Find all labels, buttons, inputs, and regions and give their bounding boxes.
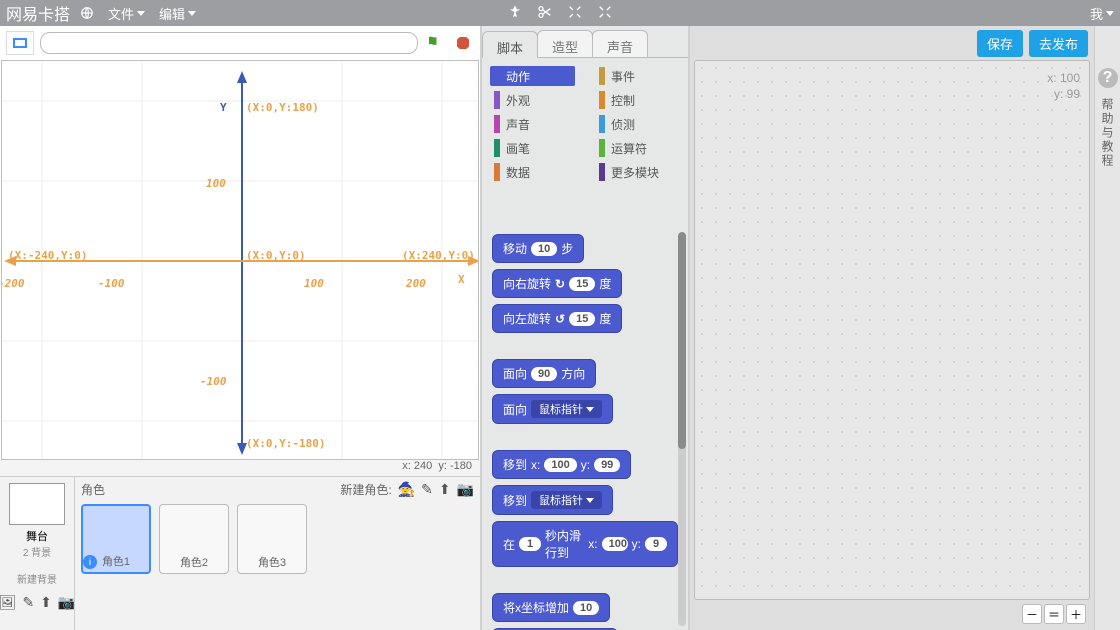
mouse-coordinates: x: 240 y: -180 xyxy=(0,460,480,476)
menu-edit[interactable]: 编辑 xyxy=(159,4,196,23)
stage-label: 舞台 xyxy=(2,528,72,544)
stage-thumbnail[interactable] xyxy=(9,483,65,525)
new-sprite-library-icon[interactable]: 🧙 xyxy=(398,481,415,498)
help-rail: ? 帮助与教程 xyxy=(1094,26,1120,630)
block-glide[interactable]: 在1秒内滑行到x:100y:9 xyxy=(492,521,678,567)
tab-scripts[interactable]: 脚本 xyxy=(482,31,538,58)
project-title-input[interactable] xyxy=(40,32,418,54)
svg-text:100: 100 xyxy=(206,177,226,190)
block-turn-right[interactable]: 向右旋转↻15度 xyxy=(492,269,622,298)
new-bg-library-icon[interactable]: 🖼 xyxy=(0,594,16,611)
cat-more[interactable]: 更多模块 xyxy=(595,162,680,182)
svg-text:-200: -200 xyxy=(2,277,25,290)
toolbar-center xyxy=(507,4,613,23)
block-categories: 动作 事件 外观 控制 声音 侦测 画笔 运算符 数据 更多模块 xyxy=(482,58,688,188)
svg-text:(X:0,Y:180): (X:0,Y:180) xyxy=(246,101,319,114)
blocks-column: 脚本 造型 声音 动作 事件 外观 控制 声音 侦测 画笔 运算符 数据 更多模… xyxy=(482,26,690,630)
stage-thumb-column: 舞台 2 背景 新建背景 🖼 ✎ ⬆ 📷 xyxy=(0,477,75,630)
svg-text:100: 100 xyxy=(304,277,324,290)
scripts-column: 保存 去发布 x: 100 y: 99 － ＝ ＋ xyxy=(690,26,1094,630)
block-palette: 移动10步 向右旋转↻15度 向左旋转↺15度 面向90方向 面向鼠标指针 移到… xyxy=(482,228,688,630)
svg-text:(X:-240,Y:0): (X:-240,Y:0) xyxy=(8,249,87,262)
svg-text:(X:0,Y:0): (X:0,Y:0) xyxy=(246,249,306,262)
new-backdrop-label: 新建背景 xyxy=(2,571,72,586)
stamp-icon[interactable] xyxy=(507,4,523,23)
block-turn-left[interactable]: 向左旋转↺15度 xyxy=(492,304,622,333)
cat-pen[interactable]: 画笔 xyxy=(490,138,575,158)
scissors-icon[interactable] xyxy=(537,4,553,23)
zoom-reset-button[interactable]: ＝ xyxy=(1044,604,1064,624)
stage-backdrop-count: 2 背景 xyxy=(2,544,72,559)
editor-tabs: 脚本 造型 声音 xyxy=(482,26,688,58)
new-sprite-camera-icon[interactable]: 📷 xyxy=(457,481,474,498)
cat-sound[interactable]: 声音 xyxy=(490,114,575,134)
sprites-label: 角色 xyxy=(81,481,105,498)
block-point-direction[interactable]: 面向90方向 xyxy=(492,359,596,388)
new-bg-paint-icon[interactable]: ✎ xyxy=(22,594,34,611)
svg-text:(X:0,Y:-180): (X:0,Y:-180) xyxy=(246,437,325,450)
new-sprite-paint-icon[interactable]: ✎ xyxy=(421,481,433,498)
cat-operators[interactable]: 运算符 xyxy=(595,138,680,158)
cat-sensing[interactable]: 侦测 xyxy=(595,114,680,134)
help-button[interactable]: ? xyxy=(1098,68,1118,88)
grow-icon[interactable] xyxy=(567,4,583,23)
cat-looks[interactable]: 外观 xyxy=(490,90,575,110)
publish-button[interactable]: 去发布 xyxy=(1029,30,1088,57)
shrink-icon[interactable] xyxy=(597,4,613,23)
app-logo: 网易卡搭 xyxy=(6,1,70,25)
palette-scrollbar[interactable] xyxy=(678,232,686,626)
svg-text:X: X xyxy=(458,273,465,286)
stop-button[interactable] xyxy=(452,32,474,54)
svg-text:Y: Y xyxy=(220,101,227,114)
zoom-out-button[interactable]: － xyxy=(1022,604,1042,624)
left-column: v461.1 Y (X:0,Y:180) (X:0,Y:-180) (X:0,Y xyxy=(0,26,482,630)
svg-text:-100: -100 xyxy=(98,277,125,290)
tab-costumes[interactable]: 造型 xyxy=(537,30,593,57)
block-goto-xy[interactable]: 移到x:100y:99 xyxy=(492,450,631,479)
help-label: 帮助与教程 xyxy=(1099,98,1116,168)
menu-file[interactable]: 文件 xyxy=(108,4,145,23)
new-bg-camera-icon[interactable]: 📷 xyxy=(58,594,75,611)
top-menu-bar: 网易卡搭 文件 编辑 我 xyxy=(0,0,1120,26)
svg-text:-100: -100 xyxy=(200,375,227,388)
svg-text:(X:240,Y:0): (X:240,Y:0) xyxy=(402,249,475,262)
stage-coordinate-view[interactable]: Y (X:0,Y:180) (X:0,Y:-180) (X:0,Y:0) (X:… xyxy=(1,60,479,460)
svg-text:200: 200 xyxy=(405,277,426,290)
cat-data[interactable]: 数据 xyxy=(490,162,575,182)
block-move[interactable]: 移动10步 xyxy=(492,234,584,263)
sprite-item[interactable]: i 角色1 xyxy=(81,504,151,574)
block-goto-object[interactable]: 移到鼠标指针 xyxy=(492,485,613,515)
sprite-item[interactable]: 角色3 xyxy=(237,504,307,574)
cat-control[interactable]: 控制 xyxy=(595,90,680,110)
sprite-info-icon[interactable]: i xyxy=(83,555,97,569)
fullscreen-button[interactable] xyxy=(6,31,34,55)
green-flag-button[interactable] xyxy=(424,32,446,54)
block-change-x[interactable]: 将x坐标增加10 xyxy=(492,593,610,622)
menu-me[interactable]: 我 xyxy=(1090,4,1114,23)
sprite-coordinates: x: 100 y: 99 xyxy=(1047,70,1080,102)
block-point-towards[interactable]: 面向鼠标指针 xyxy=(492,394,613,424)
sprite-item[interactable]: 角色2 xyxy=(159,504,229,574)
sprite-bar: 舞台 2 背景 新建背景 🖼 ✎ ⬆ 📷 角色 新建角色: 🧙 ✎ xyxy=(0,476,480,630)
new-bg-upload-icon[interactable]: ⬆ xyxy=(40,594,52,611)
new-sprite-upload-icon[interactable]: ⬆ xyxy=(439,481,451,498)
cat-motion[interactable]: 动作 xyxy=(490,66,575,86)
new-sprite-label: 新建角色: xyxy=(340,481,391,498)
script-workspace[interactable] xyxy=(694,60,1090,600)
zoom-in-button[interactable]: ＋ xyxy=(1066,604,1086,624)
stage-header: v461.1 xyxy=(0,26,480,60)
cat-events[interactable]: 事件 xyxy=(595,66,680,86)
save-button[interactable]: 保存 xyxy=(977,30,1023,57)
globe-icon[interactable] xyxy=(80,6,94,20)
tab-sounds[interactable]: 声音 xyxy=(592,30,648,57)
